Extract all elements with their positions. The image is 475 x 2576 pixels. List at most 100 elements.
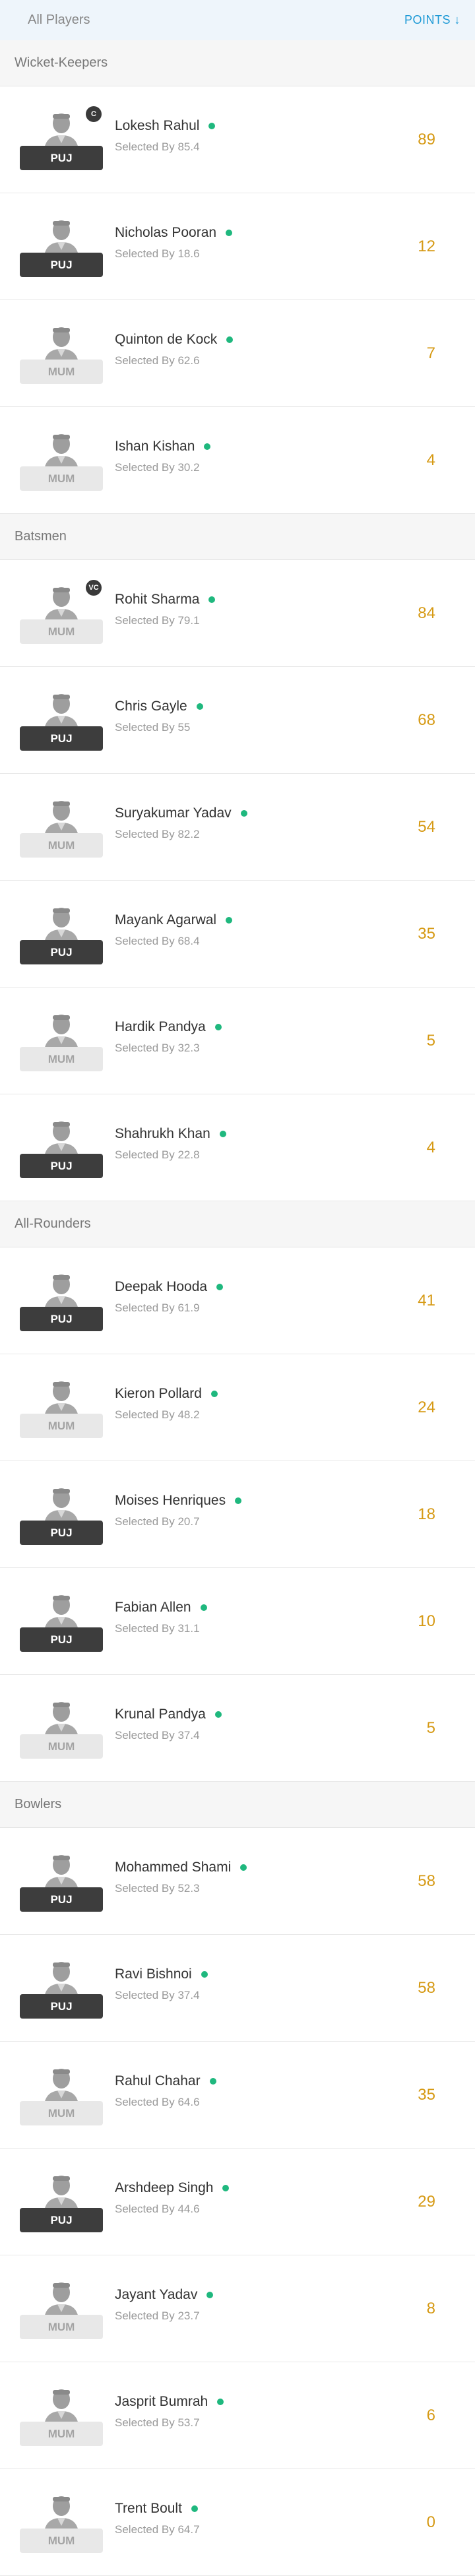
player-row[interactable]: MUM Kieron Pollard Selected By 48.2 24 (0, 1354, 475, 1461)
playing-dot-icon (200, 1604, 207, 1611)
player-row[interactable]: PUJ Arshdeep Singh Selected By 44.6 29 (0, 2149, 475, 2255)
player-row[interactable]: MUM Quinton de Kock Selected By 62.6 7 (0, 300, 475, 407)
player-points: 35 (418, 2085, 435, 2104)
team-badge: PUJ (20, 1627, 103, 1652)
player-info: Suryakumar Yadav Selected By 82.2 (115, 805, 247, 841)
team-badge: PUJ (20, 1994, 103, 2019)
player-name: Deepak Hooda (115, 1279, 208, 1294)
playing-dot-icon (217, 2399, 224, 2405)
player-name-line: Jayant Yadav (115, 2287, 214, 2303)
player-row[interactable]: PUJ Ravi Bishnoi Selected By 37.4 58 (0, 1935, 475, 2042)
selected-by: Selected By 37.4 (115, 1729, 200, 1742)
player-points: 6 (426, 2406, 435, 2424)
selected-by: Selected By 52.3 (115, 1882, 200, 1895)
selected-by: Selected By 68.4 (115, 935, 200, 947)
list-header: All Players POINTS ↓ (0, 0, 475, 40)
player-row[interactable]: MUM Rahul Chahar Selected By 64.6 35 (0, 2042, 475, 2149)
player-name: Chris Gayle (115, 699, 187, 714)
player-info: Krunal Pandya Selected By 37.4 (115, 1707, 222, 1742)
avatar: MUM (20, 1011, 103, 1071)
playing-dot-icon (226, 336, 234, 343)
selected-by: Selected By 32.3 (115, 1042, 200, 1054)
player-row[interactable]: PUJ Deepak Hooda Selected By 61.9 41 (0, 1247, 475, 1354)
player-points: 24 (418, 1398, 435, 1416)
player-info: Deepak Hooda Selected By 61.9 (115, 1279, 224, 1315)
player-name: Quinton de Kock (115, 332, 218, 347)
player-row[interactable]: MUM Krunal Pandya Selected By 37.4 5 (0, 1675, 475, 1782)
selected-by: Selected By 48.2 (115, 1408, 200, 1421)
player-name-line: Deepak Hooda (115, 1279, 224, 1295)
team-badge: MUM (20, 833, 103, 858)
player-info: Ishan Kishan Selected By 30.2 (115, 439, 211, 474)
team-badge: PUJ (20, 940, 103, 964)
player-points: 54 (418, 817, 435, 836)
player-name-line: Rohit Sharma (115, 592, 216, 608)
player-name: Trent Boult (115, 2501, 182, 2516)
player-info: Jayant Yadav Selected By 23.7 (115, 2287, 214, 2323)
player-row[interactable]: MUM VC Rohit Sharma Selected By 79.1 84 (0, 560, 475, 667)
player-info: Fabian Allen Selected By 31.1 (115, 1600, 207, 1635)
avatar: PUJ (20, 1959, 103, 2019)
avatar: PUJ (20, 904, 103, 964)
player-info: Shahrukh Khan Selected By 22.8 (115, 1126, 226, 1162)
selected-by: Selected By 64.7 (115, 2523, 200, 2536)
player-row[interactable]: PUJ Moises Henriques Selected By 20.7 18 (0, 1461, 475, 1568)
avatar: PUJ (20, 1118, 103, 1178)
player-points: 7 (426, 344, 435, 362)
player-row[interactable]: MUM Trent Boult Selected By 64.7 0 (0, 2469, 475, 2576)
player-row[interactable]: PUJ Mohammed Shami Selected By 52.3 58 (0, 1828, 475, 1935)
player-name-line: Arshdeep Singh (115, 2180, 230, 2196)
team-badge: MUM (20, 466, 103, 491)
player-info: Chris Gayle Selected By 55 (115, 699, 203, 734)
player-name-line: Mayank Agarwal (115, 912, 233, 928)
player-row[interactable]: MUM Jasprit Bumrah Selected By 53.7 6 (0, 2362, 475, 2469)
playing-dot-icon (240, 810, 247, 817)
team-badge: MUM (20, 2529, 103, 2553)
playing-dot-icon (204, 443, 211, 450)
avatar: MUM (20, 2493, 103, 2553)
selected-by: Selected By 64.6 (115, 2096, 200, 2108)
selected-by: Selected By 23.7 (115, 2309, 200, 2322)
player-points: 89 (418, 130, 435, 148)
player-name: Arshdeep Singh (115, 2180, 214, 2195)
player-name: Lokesh Rahul (115, 118, 200, 133)
player-row[interactable]: PUJ C Lokesh Rahul Selected By 85.4 89 (0, 86, 475, 193)
player-info: Mayank Agarwal Selected By 68.4 (115, 912, 233, 948)
player-points: 29 (418, 2192, 435, 2211)
playing-dot-icon (208, 596, 216, 603)
team-badge: MUM (20, 1734, 103, 1759)
player-info: Jasprit Bumrah Selected By 53.7 (115, 2394, 224, 2430)
team-badge: MUM (20, 2315, 103, 2339)
avatar: MUM (20, 1699, 103, 1759)
player-row[interactable]: MUM Hardik Pandya Selected By 32.3 5 (0, 988, 475, 1094)
playing-dot-icon (216, 1284, 224, 1290)
team-badge: PUJ (20, 253, 103, 277)
player-name: Nicholas Pooran (115, 225, 217, 240)
team-badge: PUJ (20, 1154, 103, 1178)
playing-dot-icon (226, 917, 233, 924)
player-name: Kieron Pollard (115, 1386, 202, 1401)
player-row[interactable]: MUM Suryakumar Yadav Selected By 82.2 54 (0, 774, 475, 881)
player-points: 4 (426, 1138, 435, 1156)
avatar: PUJ (20, 1271, 103, 1331)
player-row[interactable]: PUJ Chris Gayle Selected By 55 68 (0, 667, 475, 774)
selected-by: Selected By 61.9 (115, 1302, 200, 1314)
sort-points-button[interactable]: POINTS ↓ (404, 13, 460, 27)
playing-dot-icon (196, 703, 203, 710)
player-row[interactable]: PUJ Shahrukh Khan Selected By 22.8 4 (0, 1094, 475, 1201)
player-name: Fabian Allen (115, 1600, 191, 1615)
player-name: Ishan Kishan (115, 439, 195, 454)
team-badge: MUM (20, 360, 103, 384)
player-row[interactable]: PUJ Fabian Allen Selected By 31.1 10 (0, 1568, 475, 1675)
player-points: 12 (418, 237, 435, 255)
team-badge: PUJ (20, 1521, 103, 1545)
player-info: Ravi Bishnoi Selected By 37.4 (115, 1966, 208, 2002)
playing-dot-icon (240, 1864, 247, 1871)
player-row[interactable]: MUM Jayant Yadav Selected By 23.7 8 (0, 2255, 475, 2362)
playing-dot-icon (222, 2185, 230, 2191)
player-name-line: Krunal Pandya (115, 1707, 222, 1722)
team-badge: MUM (20, 1414, 103, 1438)
player-row[interactable]: MUM Ishan Kishan Selected By 30.2 4 (0, 407, 475, 514)
player-row[interactable]: PUJ Nicholas Pooran Selected By 18.6 12 (0, 193, 475, 300)
player-row[interactable]: PUJ Mayank Agarwal Selected By 68.4 35 (0, 881, 475, 988)
